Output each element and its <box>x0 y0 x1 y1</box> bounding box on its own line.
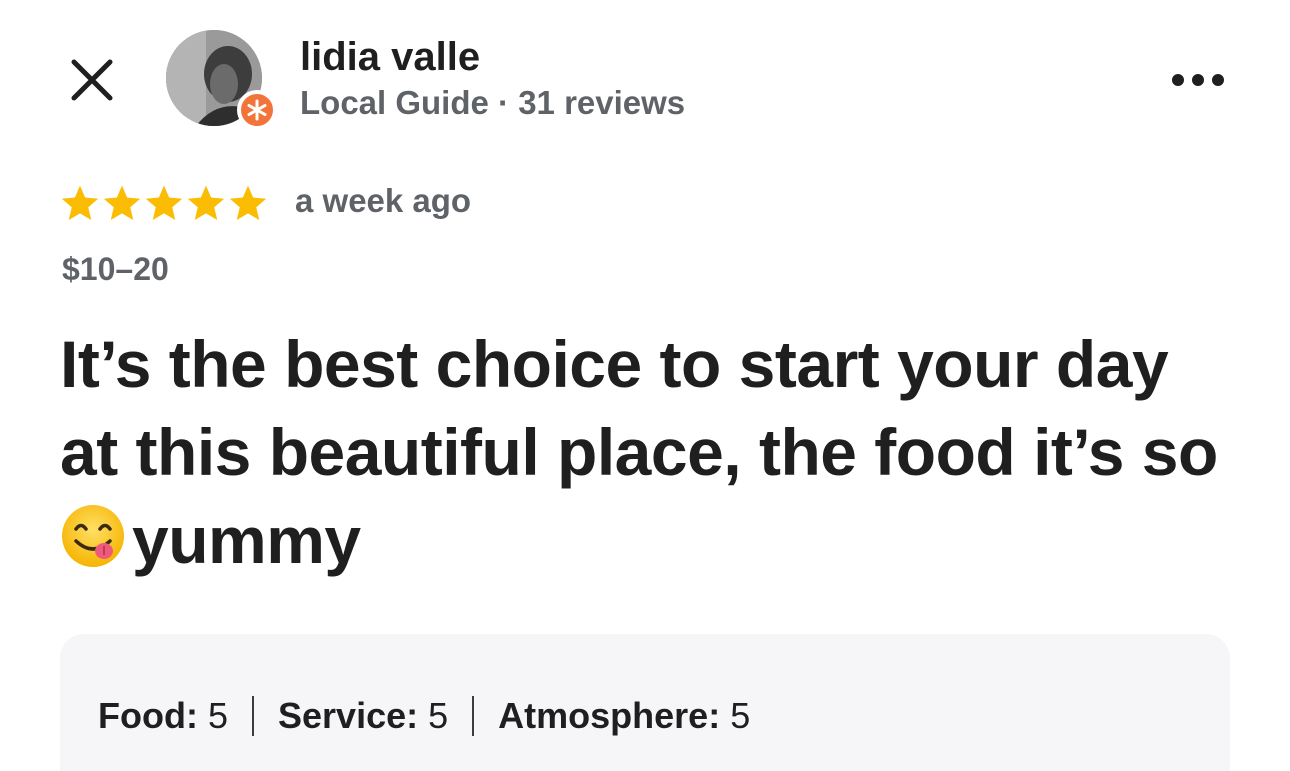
review-text: It’s the best choice to start your day a… <box>60 320 1220 584</box>
service-rating-label: Service: <box>278 695 419 736</box>
close-button[interactable] <box>64 52 120 108</box>
review-detail-page: lidia valle Local Guide · 31 reviews a w… <box>0 0 1290 771</box>
review-time: a week ago <box>295 182 472 219</box>
service-rating-value: 5 <box>428 695 449 736</box>
reviewer-meta: Local Guide · 31 reviews <box>300 84 686 121</box>
sub-ratings-card: Food: 5 Service: 5 Atmosphere: 5 <box>60 634 1230 771</box>
divider <box>472 696 475 736</box>
food-rating-label: Food: <box>98 695 198 736</box>
reviewer-avatar-button[interactable] <box>166 30 277 130</box>
food-rating-value: 5 <box>207 695 228 736</box>
atmosphere-rating-value: 5 <box>730 695 751 736</box>
more-options-button[interactable] <box>1168 58 1228 102</box>
star-rating <box>60 184 268 222</box>
atmosphere-rating-label: Atmosphere: <box>498 695 721 736</box>
star-icon <box>187 185 225 221</box>
review-text-end: yummy <box>132 503 361 577</box>
price-range: $10–20 <box>62 251 169 287</box>
local-guide-badge <box>237 90 277 130</box>
reviewer-name[interactable]: lidia valle <box>300 34 480 80</box>
local-guide-star-icon <box>247 99 267 121</box>
more-horizontal-icon <box>1172 74 1224 86</box>
sub-ratings: Food: 5 Service: 5 Atmosphere: 5 <box>98 692 750 740</box>
star-icon <box>61 185 99 221</box>
face-savoring-food-icon <box>62 505 124 567</box>
review-text-main: It’s the best choice to start your day a… <box>60 327 1218 489</box>
star-icon <box>145 185 183 221</box>
star-icon <box>229 185 267 221</box>
close-icon <box>71 59 113 101</box>
divider <box>252 696 254 736</box>
star-icon <box>103 185 141 221</box>
